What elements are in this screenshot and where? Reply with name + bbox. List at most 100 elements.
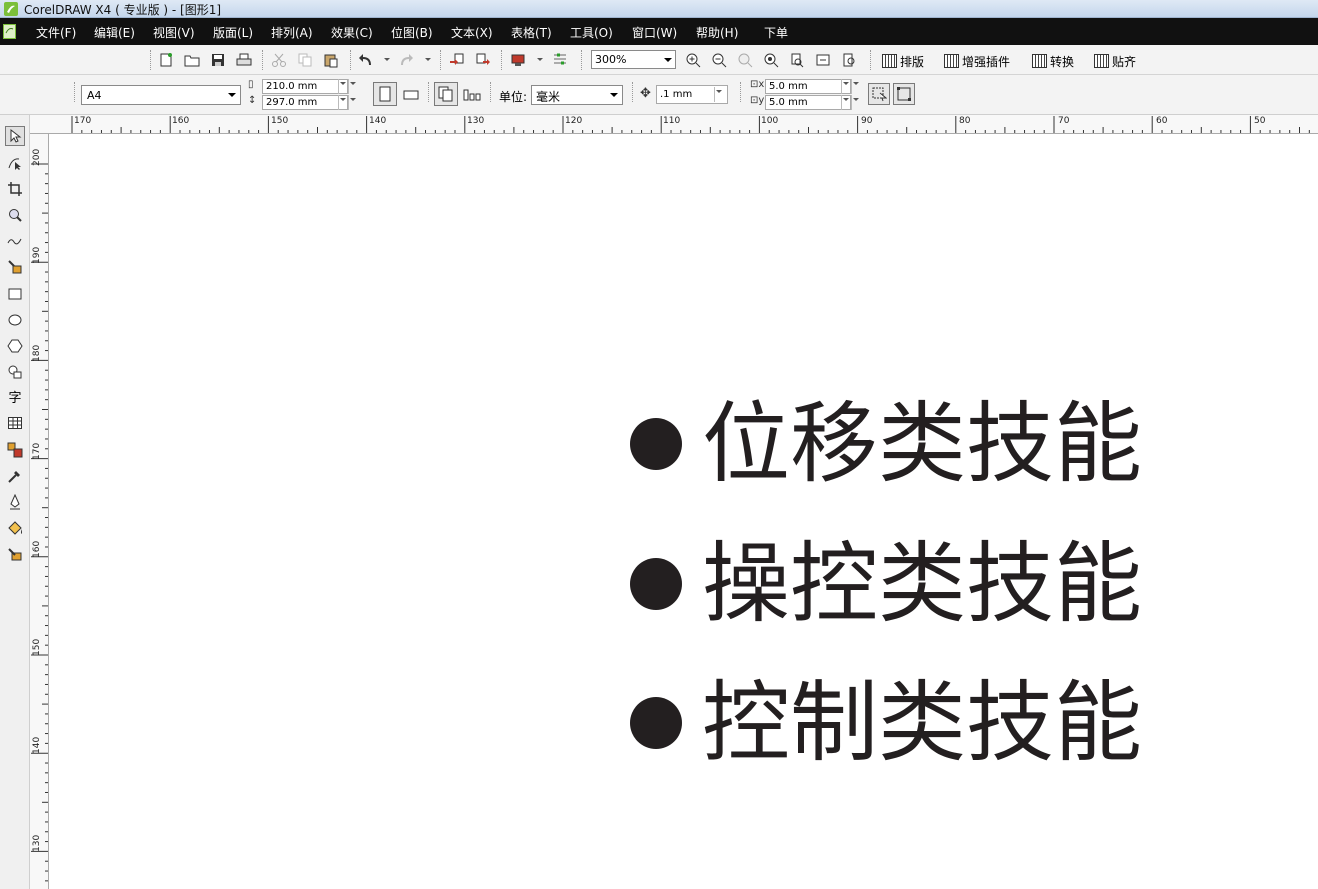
zoom-page-icon[interactable] <box>788 51 806 69</box>
menu-window[interactable]: 窗口(W) <box>632 24 677 41</box>
save-icon[interactable] <box>209 51 227 69</box>
zoom-in-icon[interactable] <box>684 51 702 69</box>
current-page-button[interactable] <box>461 84 483 106</box>
vertical-ruler[interactable]: 200 190 180 170 160 150 140 130 <box>30 134 49 889</box>
page-width-field[interactable]: 210.0 mm <box>262 79 348 94</box>
drawing-canvas[interactable] <box>50 135 1318 889</box>
enhance-plugin-label: 增强插件 <box>962 54 1011 69</box>
freehand-tool[interactable] <box>5 231 25 251</box>
duplicate-x-spinner[interactable] <box>841 79 849 94</box>
application-launcher-icon[interactable] <box>509 51 527 69</box>
menu-arrange[interactable]: 排列(A) <box>271 24 313 41</box>
zoom-level-select[interactable]: 300% <box>591 50 676 69</box>
smart-fill-tool[interactable] <box>5 257 25 277</box>
paste-icon[interactable] <box>322 51 340 69</box>
page-size-select[interactable]: A4 <box>81 85 241 105</box>
canvas-text-line[interactable]: 位移类技能 <box>630 396 1142 492</box>
landscape-button[interactable] <box>400 84 422 106</box>
all-pages-button[interactable] <box>434 82 458 106</box>
interactive-fill-tool[interactable] <box>5 544 25 564</box>
convert-plugin-label: 转换 <box>1050 54 1075 69</box>
page-width-spinner[interactable] <box>338 79 346 94</box>
pick-tool[interactable] <box>5 126 25 146</box>
crop-tool[interactable] <box>5 179 25 199</box>
duplicate-y-spinner-up[interactable] <box>851 95 859 110</box>
convert-plugin-icon <box>1032 54 1047 68</box>
portrait-button[interactable] <box>373 82 397 106</box>
outline-tool[interactable] <box>5 492 25 512</box>
shape-tool[interactable] <box>5 153 25 173</box>
text-tool-icon: 字 <box>8 390 22 406</box>
document-icon[interactable] <box>3 24 16 39</box>
zoom-tool[interactable] <box>5 205 25 225</box>
page-height-spinner[interactable] <box>338 95 346 110</box>
portrait-icon <box>379 86 391 102</box>
zoom-page-width-icon[interactable] <box>814 51 832 69</box>
duplicate-x-field[interactable]: 5.0 mm <box>765 79 851 94</box>
options-icon[interactable] <box>551 51 569 69</box>
chevron-down-icon <box>610 93 618 97</box>
open-folder-icon[interactable] <box>183 51 201 69</box>
zoom-page-height-icon[interactable] <box>840 51 858 69</box>
menu-text[interactable]: 文本(X) <box>451 24 493 41</box>
menu-view[interactable]: 视图(V) <box>153 24 195 41</box>
undo-icon[interactable] <box>357 51 375 69</box>
redo-icon[interactable] <box>397 51 415 69</box>
menu-table[interactable]: 表格(T) <box>511 24 552 41</box>
ruler-label: 140 <box>369 116 387 126</box>
duplicate-x-spinner-up[interactable] <box>851 79 859 94</box>
zoom-all-objects-icon[interactable] <box>762 51 780 69</box>
export-icon[interactable] <box>474 51 492 69</box>
bullet-point <box>630 558 682 610</box>
menu-effects[interactable]: 效果(C) <box>331 24 373 41</box>
import-icon[interactable] <box>448 51 466 69</box>
undo-dropdown-icon[interactable] <box>384 58 390 61</box>
fill-tool[interactable] <box>5 518 25 538</box>
landscape-icon <box>403 90 419 100</box>
menu-layout[interactable]: 版面(L) <box>213 24 253 41</box>
horizontal-ruler[interactable]: 170 160 150 140 130 120 110 100 90 80 70… <box>30 115 1318 134</box>
enhance-plugin-button[interactable]: 增强插件 <box>944 52 1010 70</box>
zoom-out-icon[interactable] <box>710 51 728 69</box>
cut-icon[interactable] <box>270 51 288 69</box>
basic-shapes-tool[interactable] <box>5 362 25 382</box>
menu-tools[interactable]: 工具(O) <box>570 24 613 41</box>
canvas-text-line[interactable]: 操控类技能 <box>630 536 1142 632</box>
table-tool[interactable] <box>5 413 25 433</box>
ellipse-tool[interactable] <box>5 310 25 330</box>
zoom-level-value: 300% <box>595 53 627 66</box>
eyedropper-tool[interactable] <box>5 466 25 486</box>
nudge-spinner[interactable] <box>714 87 722 102</box>
convert-plugin-button[interactable]: 转换 <box>1032 52 1074 70</box>
interactive-blend-tool[interactable] <box>5 440 25 460</box>
page-width-spinner-up[interactable] <box>348 79 356 94</box>
print-icon[interactable] <box>235 51 253 69</box>
duplicate-y-field[interactable]: 5.0 mm <box>765 95 851 110</box>
treat-as-filled-button[interactable] <box>868 83 890 105</box>
copy-icon[interactable] <box>296 51 314 69</box>
zoom-selected-icon[interactable] <box>736 51 754 69</box>
launcher-dropdown-icon[interactable] <box>537 58 543 61</box>
menu-help[interactable]: 帮助(H) <box>696 24 738 41</box>
page-height-field[interactable]: 297.0 mm <box>262 95 348 110</box>
new-document-icon[interactable] <box>157 51 175 69</box>
menu-order[interactable]: 下单 <box>764 24 788 41</box>
unit-select[interactable]: 毫米 <box>531 85 623 105</box>
canvas-text-line[interactable]: 控制类技能 <box>630 675 1142 771</box>
polygon-tool[interactable] <box>5 336 25 356</box>
bullet-point <box>630 697 682 749</box>
duplicate-y-spinner[interactable] <box>841 95 849 110</box>
layout-plugin-button[interactable]: 排版 <box>882 52 924 70</box>
object-bounding-box-button[interactable] <box>893 83 915 105</box>
rectangle-tool[interactable] <box>5 284 25 304</box>
duplicate-x-value: 5.0 mm <box>769 81 808 92</box>
redo-dropdown-icon[interactable] <box>425 58 431 61</box>
snap-plugin-button[interactable]: 贴齐 <box>1094 52 1136 70</box>
menu-file[interactable]: 文件(F) <box>36 24 76 41</box>
text-tool[interactable]: 字 <box>5 386 25 406</box>
menu-edit[interactable]: 编辑(E) <box>94 24 135 41</box>
page-height-spinner-up[interactable] <box>348 95 356 110</box>
page-height-icon: ↕ <box>248 95 257 106</box>
ruler-label: 150 <box>271 116 289 126</box>
menu-bitmaps[interactable]: 位图(B) <box>391 24 433 41</box>
